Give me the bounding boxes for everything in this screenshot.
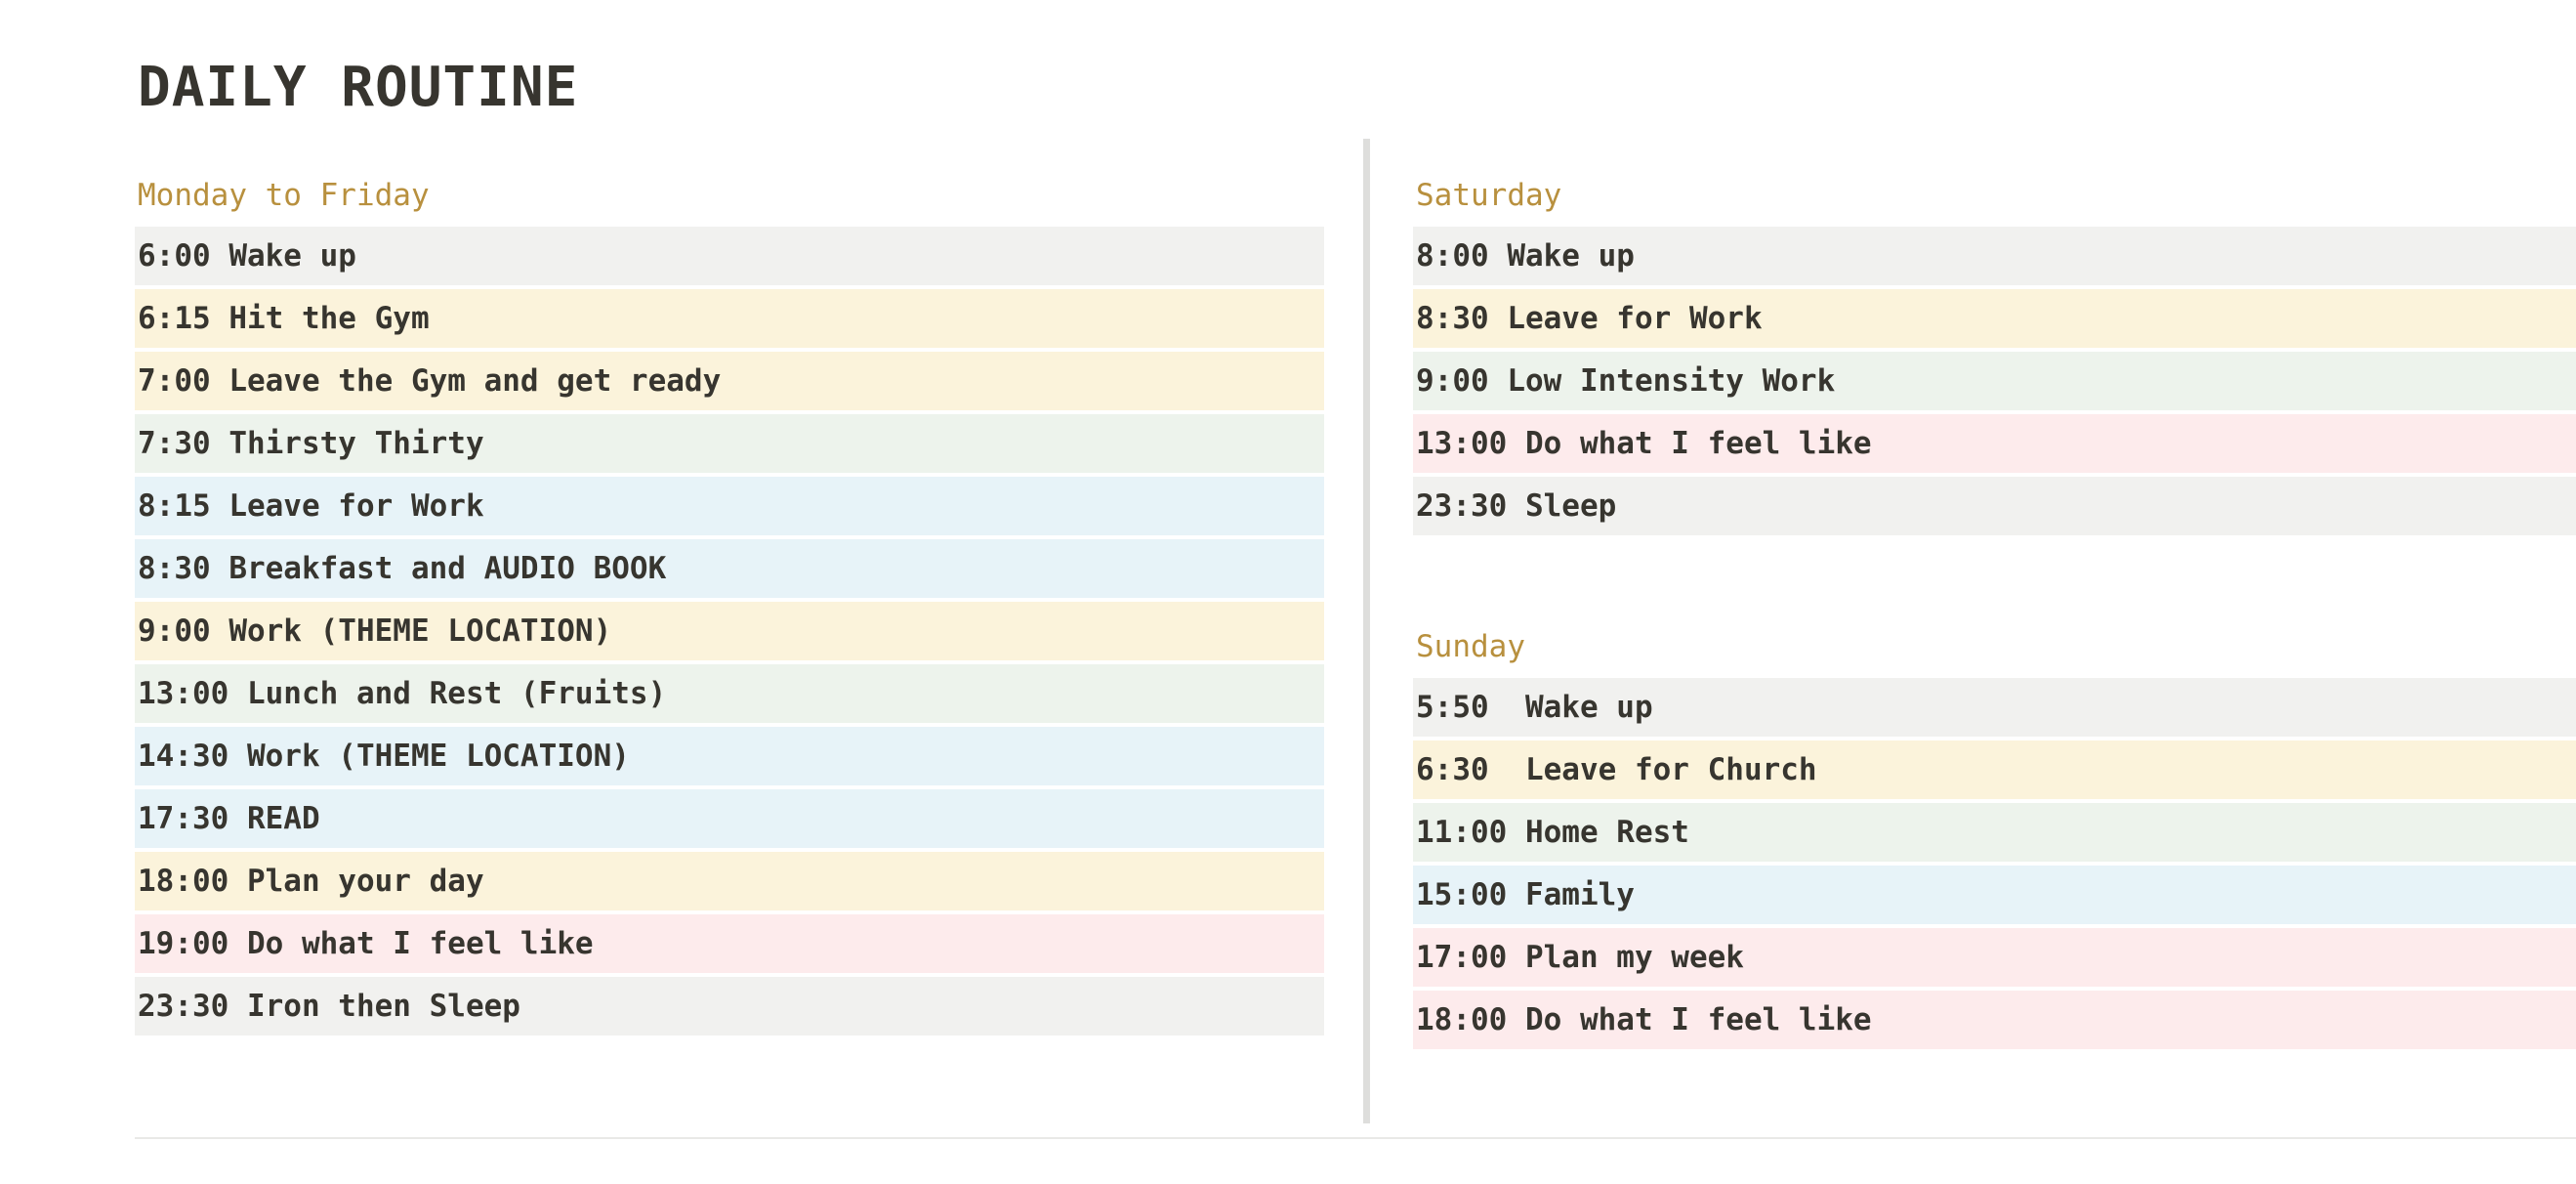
routine-item[interactable]: 13:00 Lunch and Rest (Fruits) <box>135 664 1324 723</box>
weekday-section: Monday to Friday 6:00 Wake up 6:15 Hit th… <box>135 176 1324 1036</box>
routine-item[interactable]: 6:15 Hit the Gym <box>135 289 1324 348</box>
sunday-heading: Sunday <box>1416 629 1525 664</box>
routine-item[interactable]: 9:00 Low Intensity Work <box>1413 352 2576 410</box>
routine-item[interactable]: 17:30 READ <box>135 789 1324 848</box>
sunday-section: Sunday 5:50 Wake up 6:30 Leave for Church… <box>1413 627 2576 1049</box>
saturday-list: 8:00 Wake up 8:30 Leave for Work 9:00 Low … <box>1413 227 2576 535</box>
routine-item[interactable]: 8:30 Breakfast and AUDIO BOOK <box>135 539 1324 598</box>
weekday-column: Monday to Friday 6:00 Wake up 6:15 Hit th… <box>135 176 1324 1039</box>
routine-item[interactable]: 8:30 Leave for Work <box>1413 289 2576 348</box>
routine-item[interactable]: 18:00 Plan your day <box>135 852 1324 910</box>
page-title: DAILY ROUTINE <box>138 56 579 119</box>
routine-item[interactable]: 8:15 Leave for Work <box>135 477 1324 535</box>
routine-item[interactable]: 6:30 Leave for Church <box>1413 740 2576 799</box>
saturday-section: Saturday 8:00 Wake up 8:30 Leave for Work… <box>1413 176 2576 535</box>
routine-item[interactable]: 17:00 Plan my week <box>1413 928 2576 987</box>
routine-item[interactable]: 23:30 Sleep <box>1413 477 2576 535</box>
bottom-divider <box>135 1137 2576 1139</box>
saturday-heading: Saturday <box>1416 178 1562 213</box>
routine-item[interactable]: 9:00 Work (THEME LOCATION) <box>135 602 1324 660</box>
sunday-list: 5:50 Wake up 6:30 Leave for Church 11:00 H… <box>1413 678 2576 1049</box>
routine-item[interactable]: 6:00 Wake up <box>135 227 1324 285</box>
column-divider <box>1363 139 1370 1123</box>
routine-item[interactable]: 23:30 Iron then Sleep <box>135 977 1324 1036</box>
routine-item[interactable]: 7:30 Thirsty Thirty <box>135 414 1324 473</box>
routine-item[interactable]: 19:00 Do what I feel like <box>135 914 1324 973</box>
routine-item[interactable]: 18:00 Do what I feel like <box>1413 991 2576 1049</box>
routine-item[interactable]: 7:00 Leave the Gym and get ready <box>135 352 1324 410</box>
weekday-heading: Monday to Friday <box>138 178 430 213</box>
routine-item[interactable]: 5:50 Wake up <box>1413 678 2576 737</box>
routine-item[interactable]: 8:00 Wake up <box>1413 227 2576 285</box>
routine-item[interactable]: 15:00 Family <box>1413 866 2576 924</box>
routine-item[interactable]: 14:30 Work (THEME LOCATION) <box>135 727 1324 785</box>
weekend-column: Saturday 8:00 Wake up 8:30 Leave for Work… <box>1413 176 2576 1053</box>
routine-item[interactable]: 13:00 Do what I feel like <box>1413 414 2576 473</box>
weekday-list: 6:00 Wake up 6:15 Hit the Gym 7:00 Leave t… <box>135 227 1324 1036</box>
routine-item[interactable]: 11:00 Home Rest <box>1413 803 2576 862</box>
